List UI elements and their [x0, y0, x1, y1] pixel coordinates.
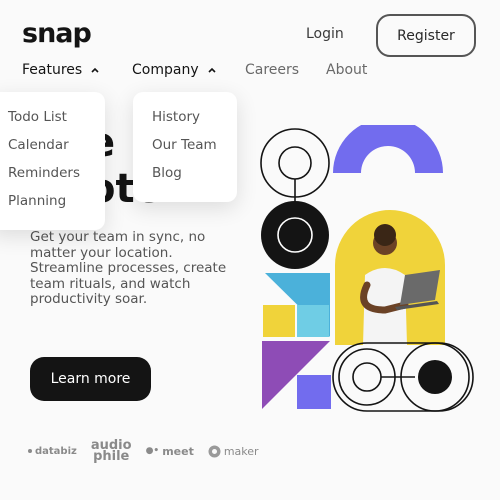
meet-logo: ●• meet	[146, 445, 194, 458]
yellow-square-shape	[263, 305, 295, 337]
audiophile-logo: audio phile	[91, 439, 132, 464]
nav-company[interactable]: Company	[132, 62, 217, 78]
pill-circles-graphic	[332, 342, 474, 412]
menu-item-calendar[interactable]: Calendar	[0, 137, 69, 153]
register-button[interactable]: Register	[376, 14, 476, 57]
top-rings-graphic	[260, 128, 330, 203]
databiz-dot-icon	[28, 449, 32, 453]
menu-item-label: Todo List	[8, 109, 67, 125]
menu-item-history[interactable]: History	[152, 109, 200, 125]
cyan-square-shape	[297, 305, 329, 337]
client-logos: databiz audio phile ●• meet maker	[28, 439, 259, 464]
hero-illustration	[260, 125, 474, 412]
company-dropdown: History Our Team Blog	[133, 92, 237, 202]
menu-item-label: Reminders	[8, 165, 80, 181]
menu-item-todo-list[interactable]: Todo List	[0, 109, 67, 125]
nav-about-label: About	[326, 62, 368, 78]
hero-paragraph: Get your team in sync, no matter your lo…	[30, 229, 227, 307]
person-photo	[335, 210, 445, 345]
purple-square-shape	[297, 375, 331, 409]
nav-company-label: Company	[132, 62, 199, 78]
snap-logo[interactable]: snap	[22, 18, 92, 49]
chevron-up-icon	[208, 67, 216, 73]
chevron-up-icon	[91, 67, 99, 73]
maker-label: maker	[223, 444, 259, 458]
menu-item-label: Planning	[8, 193, 67, 209]
purple-arch-shape	[333, 125, 443, 173]
menu-item-label: Blog	[152, 165, 182, 181]
menu-item-our-team[interactable]: Our Team	[152, 137, 217, 153]
login-button[interactable]: Login	[306, 26, 344, 42]
maker-icon	[208, 445, 221, 457]
databiz-label: databiz	[35, 445, 77, 457]
maker-logo: maker	[208, 445, 259, 458]
nav-features[interactable]: Features	[22, 62, 100, 78]
meet-label: meet	[162, 444, 194, 458]
meet-dots-icon: ●•	[145, 446, 160, 456]
features-dropdown: Todo List Calendar Reminders Planning	[0, 92, 105, 230]
nav-careers-label: Careers	[245, 62, 300, 78]
menu-item-reminders[interactable]: Reminders	[0, 165, 80, 181]
menu-item-planning[interactable]: Planning	[0, 193, 66, 209]
nav-careers[interactable]: Careers	[245, 62, 299, 78]
audiophile-bottom: phile	[93, 449, 130, 464]
nav-features-label: Features	[22, 62, 83, 78]
menu-item-label: History	[152, 109, 201, 125]
menu-item-label: Calendar	[8, 137, 69, 153]
menu-item-blog[interactable]: Blog	[152, 165, 182, 181]
databiz-logo: databiz	[28, 446, 77, 457]
black-circle-graphic	[261, 201, 329, 269]
nav-about[interactable]: About	[326, 62, 367, 78]
learn-more-button[interactable]: Learn more	[30, 357, 151, 401]
menu-item-label: Our Team	[152, 137, 217, 153]
